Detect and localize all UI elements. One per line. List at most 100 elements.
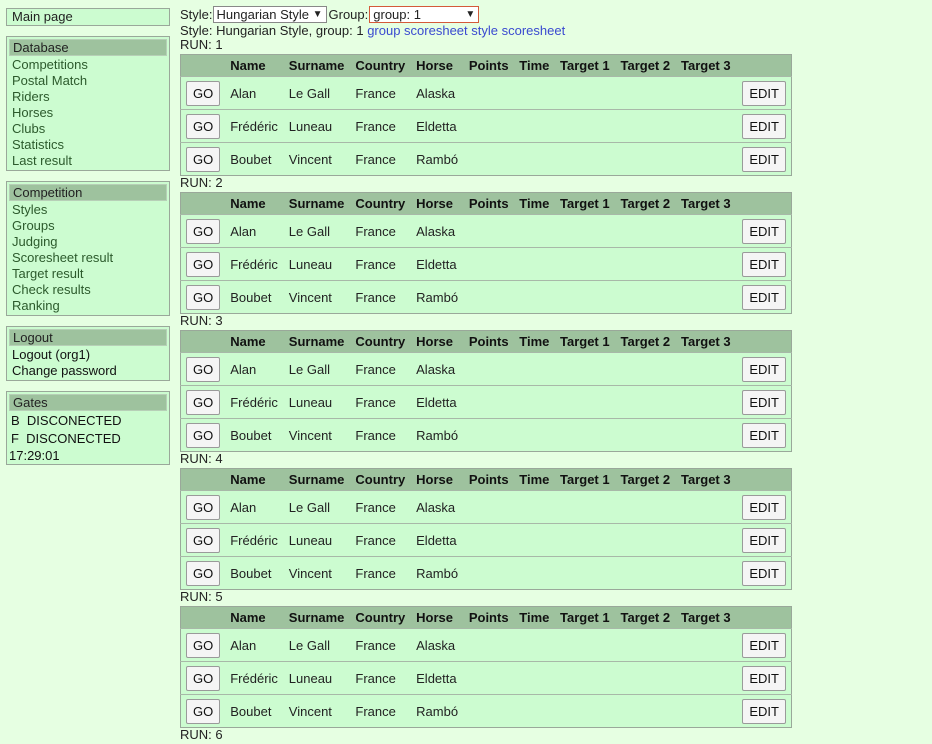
run-table: Name Surname Country Horse Points Time Target … (180, 54, 792, 176)
edit-button[interactable]: EDIT (742, 356, 786, 382)
sidebar-item-groups[interactable]: Groups (12, 218, 164, 234)
sidebar-item-statistics[interactable]: Statistics (12, 137, 164, 153)
go-cell: GO (180, 418, 226, 452)
sidebar-item-ranking[interactable]: Ranking (12, 298, 164, 314)
column-header (180, 54, 226, 77)
cell-surname: Luneau (283, 109, 351, 143)
edit-button[interactable]: EDIT (742, 494, 786, 520)
sidebar-item-last-result[interactable]: Last result (12, 153, 164, 169)
selection-summary: Style: Hungarian Style, group: 1 (180, 23, 364, 38)
go-button[interactable]: GO (186, 389, 221, 415)
table-header-row: Name Surname Country Horse Points Time Target … (180, 192, 792, 215)
sidebar-item-clubs[interactable]: Clubs (12, 121, 164, 137)
group-scoresheet-link[interactable]: group scoresheet (367, 23, 467, 38)
edit-button[interactable]: EDIT (742, 389, 786, 415)
style-scoresheet-link[interactable]: style scoresheet (471, 23, 565, 38)
edit-button[interactable]: EDIT (742, 632, 786, 658)
cell-name: Frédéric (225, 109, 284, 143)
go-button[interactable]: GO (186, 494, 221, 520)
table-row: GO Boubet Vincent France Rambó EDIT (180, 280, 792, 314)
competition-box: Competition Styles Groups Judging Scoreshee… (6, 181, 170, 316)
run-label: RUN: 4 (180, 451, 223, 466)
gate-f-status: F DISCONECTED (11, 431, 121, 446)
empty-cell (514, 385, 555, 419)
main-page-link[interactable]: Main page (12, 9, 73, 24)
competition-menu: Styles Groups Judging Scoresheet result Targ… (7, 202, 169, 315)
go-button[interactable]: GO (186, 113, 221, 139)
go-button[interactable]: GO (186, 356, 221, 382)
go-button[interactable]: GO (186, 284, 221, 310)
cell-name: Frédéric (225, 523, 284, 557)
go-button[interactable]: GO (186, 218, 221, 244)
go-button[interactable]: GO (186, 560, 221, 586)
table-row: GO Frédéric Luneau France Eldetta EDIT (180, 109, 792, 143)
go-button[interactable]: GO (186, 251, 221, 277)
edit-button[interactable]: EDIT (742, 284, 786, 310)
sidebar-item-postal-match[interactable]: Postal Match (12, 73, 164, 89)
go-button[interactable]: GO (186, 665, 221, 691)
cell-name: Boubet (225, 694, 284, 728)
empty-cell (514, 280, 555, 314)
empty-cell (514, 418, 555, 452)
column-header: Points (463, 192, 515, 215)
sidebar-item-check-results[interactable]: Check results (12, 282, 164, 298)
go-cell: GO (180, 556, 226, 590)
change-password-link[interactable]: Change password (12, 363, 164, 379)
column-header: Points (463, 468, 515, 491)
cell-country: France (350, 142, 412, 176)
cell-horse: Rambó (411, 556, 464, 590)
go-button[interactable]: GO (186, 422, 221, 448)
group-select[interactable]: group: 1 ▼ (369, 6, 480, 23)
empty-cell (676, 142, 737, 176)
sidebar-item-scoresheet-result[interactable]: Scoresheet result (12, 250, 164, 266)
empty-cell (615, 109, 676, 143)
style-label: Style: (180, 7, 213, 22)
edit-button[interactable]: EDIT (742, 251, 786, 277)
empty-cell (615, 280, 676, 314)
empty-cell (676, 109, 737, 143)
column-header (736, 54, 792, 77)
run-table: Name Surname Country Horse Points Time Target … (180, 606, 792, 728)
column-header: Name (225, 468, 284, 491)
go-button[interactable]: GO (186, 80, 221, 106)
gate-b-status: B DISCONECTED (11, 413, 122, 428)
edit-button[interactable]: EDIT (742, 80, 786, 106)
go-cell: GO (180, 385, 226, 419)
table-row: GO Boubet Vincent France Rambó EDIT (180, 556, 792, 590)
style-select[interactable]: Hungarian Style ▼ (212, 6, 327, 23)
sidebar-item-competitions[interactable]: Competitions (12, 57, 164, 73)
sidebar-item-horses[interactable]: Horses (12, 105, 164, 121)
table-row: GO Frédéric Luneau France Eldetta EDIT (180, 523, 792, 557)
edit-button[interactable]: EDIT (742, 698, 786, 724)
go-button[interactable]: GO (186, 698, 221, 724)
edit-cell: EDIT (736, 523, 792, 557)
edit-button[interactable]: EDIT (742, 527, 786, 553)
sidebar-item-judging[interactable]: Judging (12, 234, 164, 250)
go-button[interactable]: GO (186, 146, 221, 172)
go-button[interactable]: GO (186, 527, 221, 553)
empty-cell (463, 628, 515, 662)
logout-link[interactable]: Logout (org1) (12, 347, 164, 363)
edit-button[interactable]: EDIT (742, 113, 786, 139)
go-button[interactable]: GO (186, 632, 221, 658)
go-cell: GO (180, 214, 226, 248)
edit-button[interactable]: EDIT (742, 560, 786, 586)
column-header: Country (350, 606, 412, 629)
column-header: Target 1 (555, 54, 616, 77)
edit-button[interactable]: EDIT (742, 422, 786, 448)
column-header: Target 2 (615, 606, 676, 629)
cell-surname: Vincent (283, 142, 351, 176)
edit-button[interactable]: EDIT (742, 218, 786, 244)
empty-cell (615, 76, 676, 110)
cell-horse: Alaska (411, 628, 464, 662)
sidebar-item-riders[interactable]: Riders (12, 89, 164, 105)
table-row: GO Frédéric Luneau France Eldetta EDIT (180, 385, 792, 419)
cell-surname: Le Gall (283, 490, 351, 524)
edit-button[interactable]: EDIT (742, 665, 786, 691)
sidebar-item-styles[interactable]: Styles (12, 202, 164, 218)
empty-cell (615, 490, 676, 524)
empty-cell (676, 628, 737, 662)
sidebar-item-target-result[interactable]: Target result (12, 266, 164, 282)
empty-cell (555, 76, 616, 110)
edit-button[interactable]: EDIT (742, 146, 786, 172)
